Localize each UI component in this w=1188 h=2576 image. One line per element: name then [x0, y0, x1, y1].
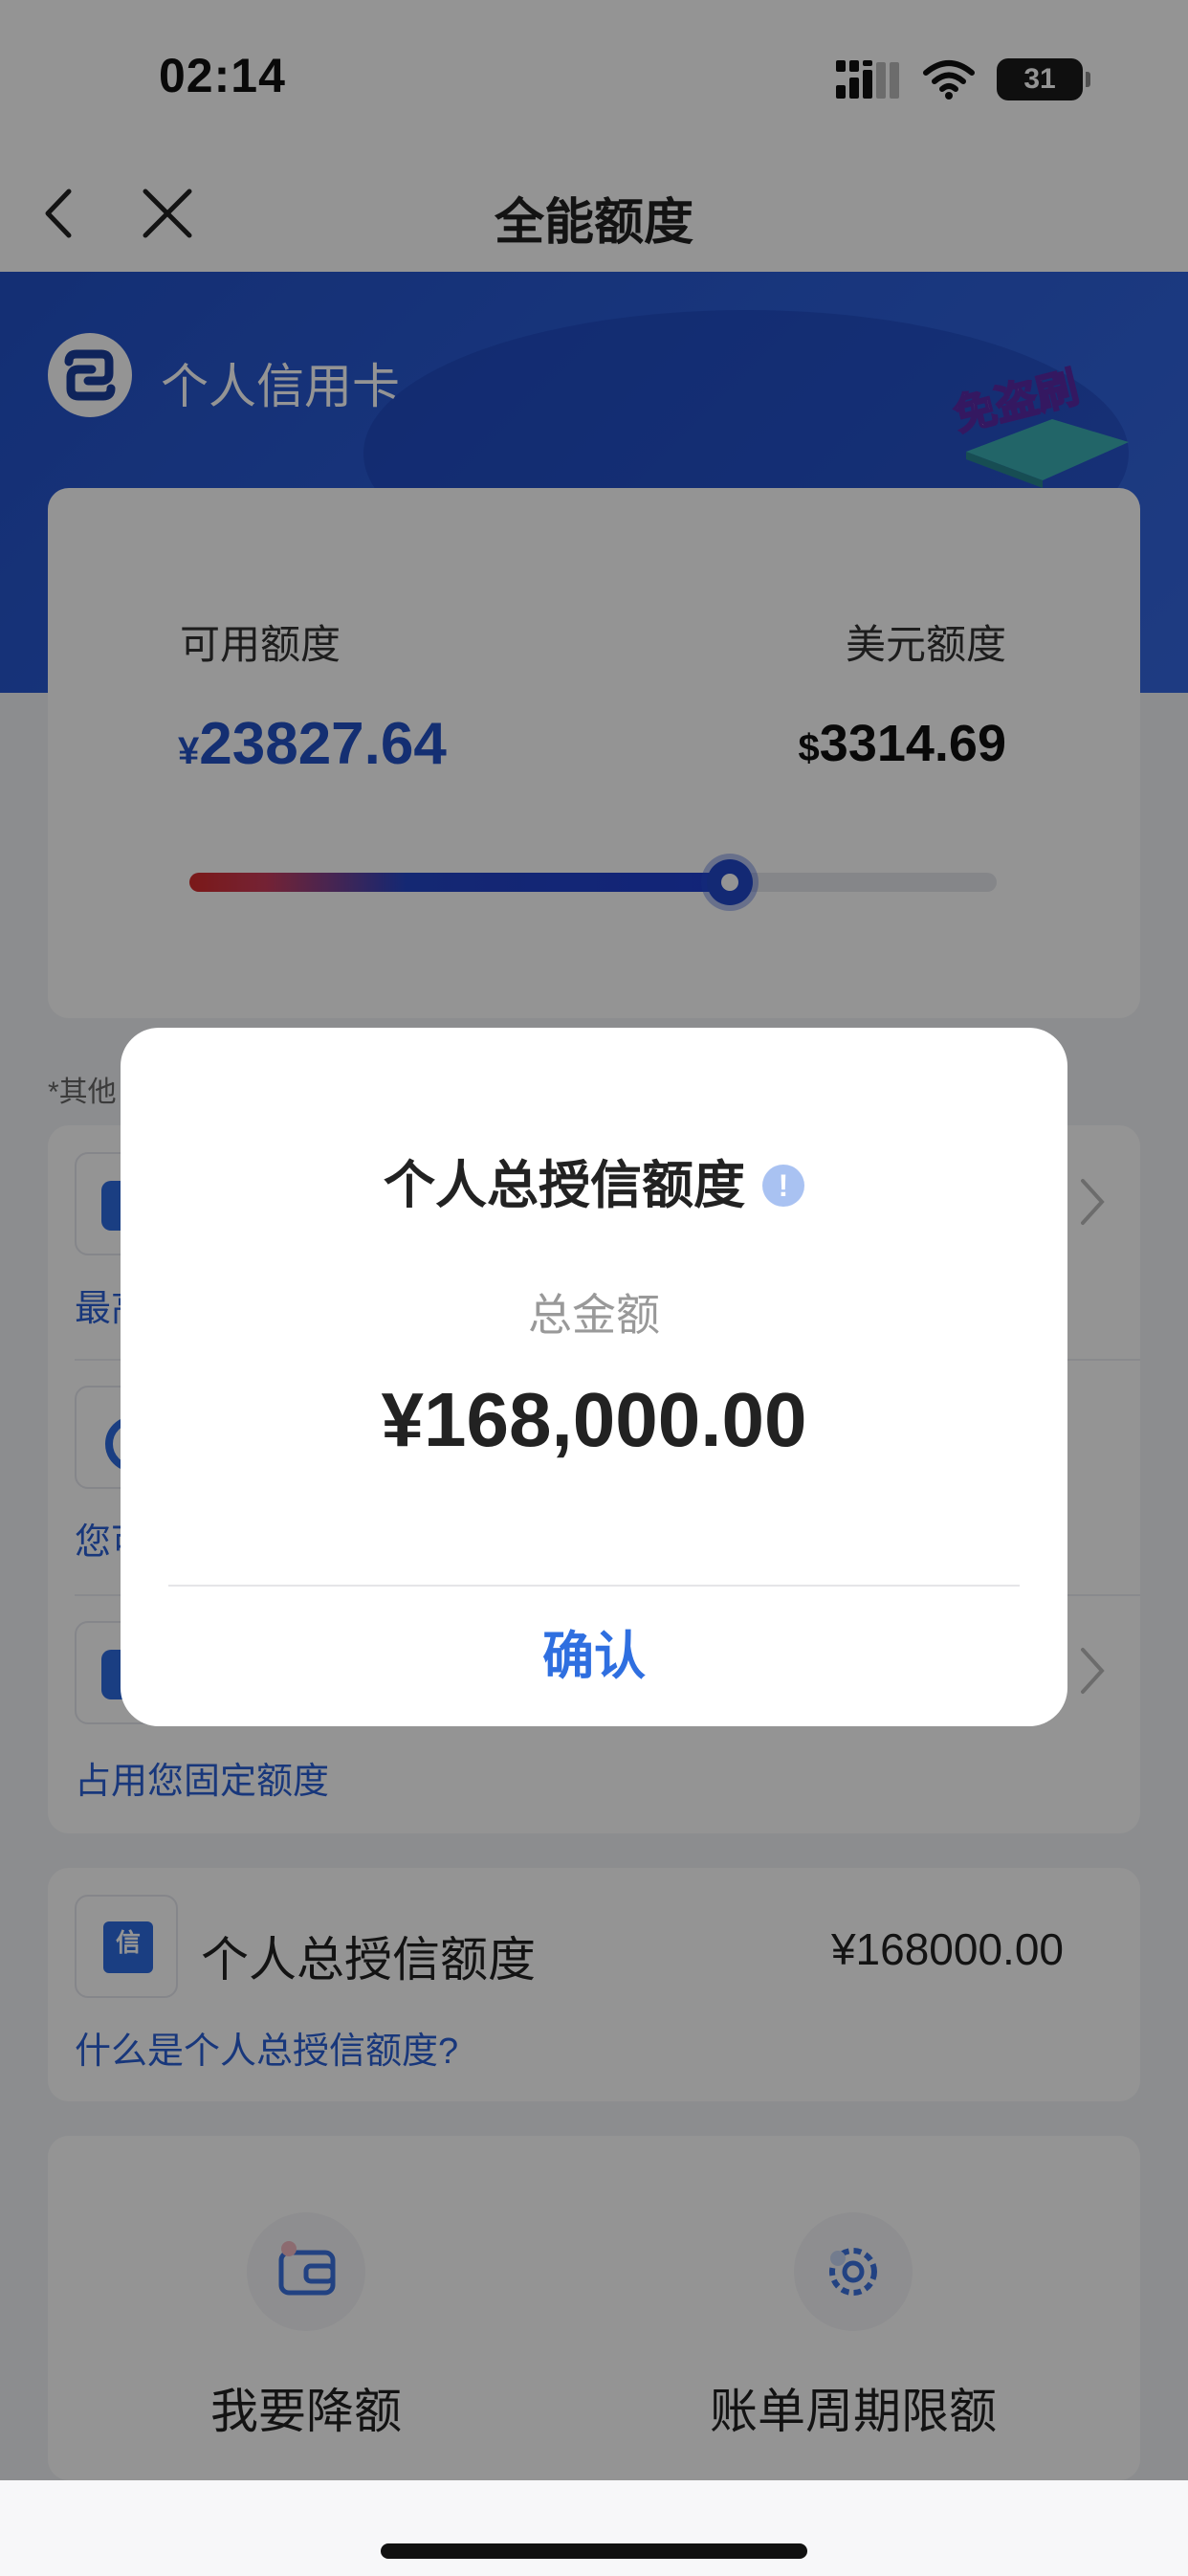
dialog-title-text: 个人总授信额度 — [384, 1157, 745, 1214]
dialog-amount: ¥168,000.00 — [381, 1377, 807, 1462]
dialog-amount-label: 总金额 — [528, 1290, 660, 1340]
dialog-title: 个人总授信额度! — [121, 1143, 1067, 1218]
info-icon[interactable]: ! — [762, 1164, 804, 1207]
total-credit-dialog: 个人总授信额度! 总金额 ¥168,000.00 确认 — [121, 1028, 1067, 1726]
home-indicator[interactable] — [381, 2543, 807, 2559]
confirm-button[interactable]: 确认 — [121, 1587, 1067, 1726]
home-indicator-area — [0, 2480, 1188, 2576]
